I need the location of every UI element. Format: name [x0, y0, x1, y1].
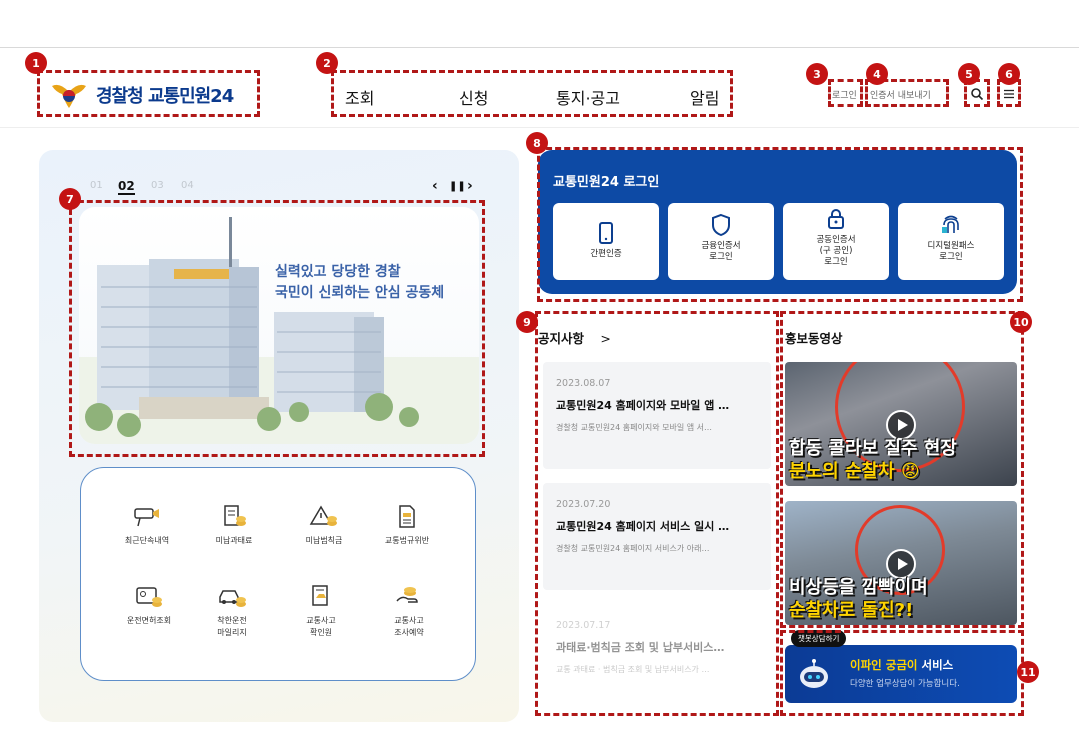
carousel-page-3[interactable]: 03 — [151, 180, 164, 191]
quick-label-line2: 마일리지 — [217, 628, 247, 637]
quick-license-inquiry[interactable]: 운전면허조회 — [104, 585, 194, 627]
carousel-page-1[interactable]: 01 — [90, 180, 103, 191]
annotation-badge-11: 11 — [1017, 661, 1039, 683]
header-divider — [0, 127, 1079, 128]
annotation-badge-7: 7 — [59, 188, 81, 210]
annotation-box-11 — [780, 630, 1024, 716]
quick-label: 미납과태료 — [215, 536, 253, 545]
annotation-badge-2: 2 — [316, 52, 338, 74]
warning-coins-icon — [309, 505, 337, 526]
annotation-badge-6: 6 — [998, 63, 1020, 85]
quick-label: 교통사고 — [306, 616, 336, 625]
quick-recent-enforcement[interactable]: 최근단속내역 — [102, 505, 192, 547]
carousel-page-2[interactable]: 02 — [118, 179, 135, 195]
quick-menu — [80, 467, 476, 681]
quick-accident-reservation[interactable]: 교통사고 조사예약 — [364, 585, 454, 639]
annotation-box-10 — [780, 311, 1024, 628]
annotation-box-9 — [535, 311, 779, 716]
receipt-coins-icon — [224, 505, 246, 526]
annotation-badge-5: 5 — [958, 63, 980, 85]
carousel-pause-button[interactable]: ❚❚ — [449, 181, 466, 192]
document-icon — [399, 505, 415, 528]
annotation-box-8 — [537, 147, 1023, 302]
annotation-badge-9: 9 — [516, 311, 538, 333]
carousel-page-4[interactable]: 04 — [181, 180, 194, 191]
car-coins-icon — [219, 590, 246, 607]
quick-traffic-violation[interactable]: 교통법규위반 — [362, 505, 452, 547]
quick-unpaid-penalty[interactable]: 미납범칙금 — [279, 505, 369, 547]
annotation-box-1 — [37, 70, 260, 117]
annotation-badge-1: 1 — [25, 52, 47, 74]
quick-label: 최근단속내역 — [124, 536, 170, 545]
hand-coins-icon — [396, 587, 418, 603]
quick-label: 교통법규위반 — [384, 536, 430, 545]
quick-label: 미납범칙금 — [305, 536, 343, 545]
quick-label: 착한운전 — [217, 616, 247, 625]
quick-good-driving-mileage[interactable]: 착한운전 마일리지 — [187, 585, 277, 639]
annotation-box-3 — [828, 79, 863, 107]
carousel-prev-button[interactable]: ‹ — [432, 178, 438, 194]
quick-label: 교통사고 — [394, 616, 424, 625]
camera-icon — [134, 508, 159, 527]
annotation-box-7 — [69, 200, 485, 457]
license-card-icon — [136, 587, 162, 607]
top-border — [0, 47, 1079, 48]
annotation-badge-3: 3 — [806, 63, 828, 85]
quick-unpaid-fines[interactable]: 미납과태료 — [189, 505, 279, 547]
quick-label: 운전면허조회 — [126, 616, 172, 625]
accident-report-icon — [312, 585, 328, 606]
quick-accident-certificate[interactable]: 교통사고 확인원 — [276, 585, 366, 639]
annotation-badge-8: 8 — [526, 132, 548, 154]
annotation-box-2 — [331, 70, 733, 117]
annotation-badge-10: 10 — [1010, 311, 1032, 333]
quick-label-line2: 조사예약 — [394, 628, 424, 637]
quick-label-line2: 확인원 — [309, 628, 333, 637]
carousel-next-button[interactable]: › — [467, 178, 473, 194]
annotation-badge-4: 4 — [866, 63, 888, 85]
